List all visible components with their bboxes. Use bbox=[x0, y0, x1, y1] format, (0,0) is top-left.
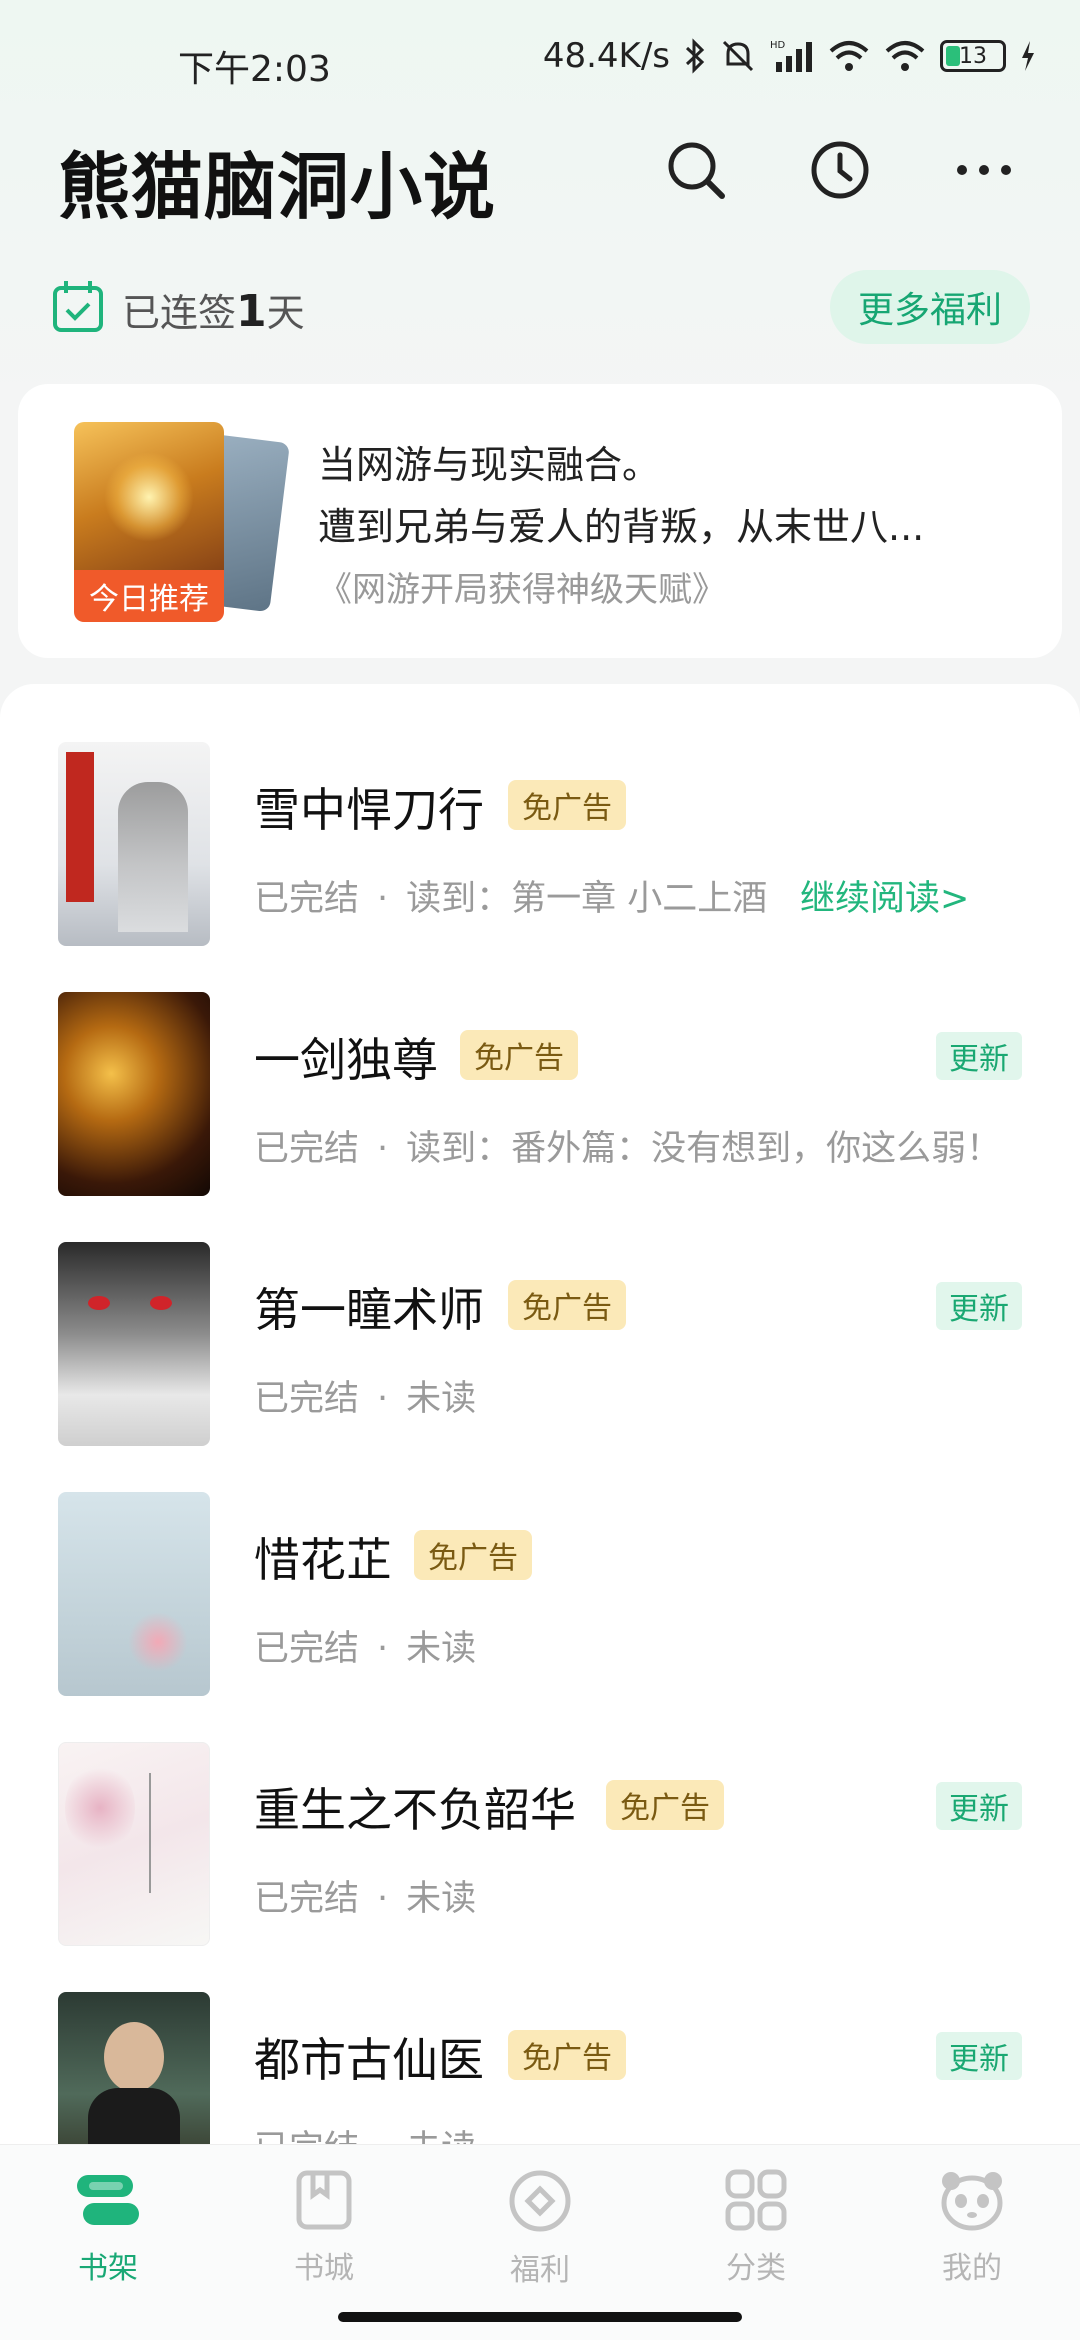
book-title: 一剑独尊 bbox=[254, 1033, 438, 1087]
continue-reading-link[interactable]: 继续阅读> bbox=[800, 870, 969, 921]
panda-profile-icon bbox=[941, 2172, 1003, 2231]
battery-icon: 13 bbox=[940, 40, 1006, 72]
today-recommend-card[interactable]: 今日推荐 当网游与现实融合。 遭到兄弟与爱人的背叛，从末世八... 《网游开局获… bbox=[18, 384, 1062, 658]
signin-streak: 已连签1天 bbox=[122, 286, 305, 337]
book-item[interactable]: 雪中悍刀行 免广告 已完结 · 读到：第一章 小二上酒 继续阅读> bbox=[0, 684, 1080, 946]
svg-text:HD: HD bbox=[770, 40, 786, 51]
bluetooth-icon bbox=[684, 38, 706, 74]
book-cover bbox=[58, 1742, 210, 1946]
status-bar: 下午2:03 48.4K/s HD 13 bbox=[0, 0, 1080, 120]
update-badge: 更新 bbox=[936, 1282, 1022, 1330]
ad-free-tag: 免广告 bbox=[508, 2030, 626, 2080]
book-item[interactable]: 都市古仙医 免广告 更新 已完结·未读 bbox=[0, 1934, 1080, 2144]
more-dots-icon bbox=[957, 165, 1011, 175]
wifi6-icon bbox=[884, 39, 926, 73]
mute-icon bbox=[720, 38, 756, 74]
book-title: 第一瞳术师 bbox=[254, 1283, 484, 1337]
update-badge: 更新 bbox=[936, 1032, 1022, 1080]
charging-icon bbox=[1020, 41, 1036, 71]
book-meta: 已完结·未读 bbox=[254, 1879, 477, 1919]
search-button[interactable] bbox=[656, 130, 736, 210]
book-cover bbox=[58, 1992, 210, 2144]
bottom-navigation: 书架 书城 福利 分类 我的 bbox=[0, 2144, 1080, 2340]
status-time: 下午2:03 bbox=[178, 49, 331, 90]
wifi-icon bbox=[828, 39, 870, 73]
ad-free-tag: 免广告 bbox=[460, 1030, 578, 1080]
welfare-icon bbox=[509, 2170, 571, 2232]
history-button[interactable] bbox=[800, 130, 880, 210]
status-icons: 48.4K/s HD 13 bbox=[543, 36, 1036, 76]
book-item[interactable]: 重生之不负韶华 免广告 更新 已完结 · 未读 bbox=[0, 1684, 1080, 1946]
bookshelf-list: 雪中悍刀行 免广告 已完结 · 读到：第一章 小二上酒 继续阅读> 一剑独尊 免广告… bbox=[0, 684, 1080, 2144]
nav-category[interactable]: 分类 bbox=[686, 2169, 826, 2299]
more-button[interactable] bbox=[944, 130, 1024, 210]
update-badge: 更新 bbox=[936, 1782, 1022, 1830]
book-meta: 已完结·未读 bbox=[254, 1629, 477, 1669]
nav-bookstore[interactable]: 书城 bbox=[254, 2169, 394, 2299]
book-meta: 已完结·未读 bbox=[254, 2120, 476, 2144]
recommend-blurb-line2: 遭到兄弟与爱人的背叛，从末世八... bbox=[318, 505, 925, 549]
book-cover bbox=[58, 1492, 210, 1696]
book-item[interactable]: 惜花芷 免广告 已完结 · 未读 bbox=[0, 1434, 1080, 1696]
book-item[interactable]: 一剑独尊 免广告 更新 已完结 · 读到：番外篇：没有想到，你这么弱！ bbox=[0, 934, 1080, 1196]
book-meta: 已完结·未读 bbox=[254, 1379, 477, 1419]
book-cover bbox=[58, 992, 210, 1196]
network-speed: 48.4K/s bbox=[542, 36, 670, 76]
book-title: 惜花芷 bbox=[254, 1533, 392, 1587]
book-meta: 已完结 · 读到：第一章 小二上酒 bbox=[254, 879, 768, 919]
ad-free-tag: 免广告 bbox=[606, 1780, 724, 1830]
recommend-book-title: 《网游开局获得神级天赋》 bbox=[318, 570, 726, 610]
bookshelf-icon bbox=[77, 2175, 139, 2225]
update-badge: 更新 bbox=[936, 2032, 1022, 2080]
book-cover bbox=[58, 742, 210, 946]
more-welfare-button[interactable]: 更多福利 bbox=[830, 270, 1030, 344]
clock-icon bbox=[811, 141, 869, 199]
home-indicator[interactable] bbox=[338, 2312, 742, 2322]
calendar-check-icon bbox=[52, 278, 104, 338]
ad-free-tag: 免广告 bbox=[508, 1280, 626, 1330]
category-icon bbox=[725, 2169, 787, 2231]
book-meta: 已完结 · 读到：番外篇：没有想到，你这么弱！ bbox=[254, 1129, 1002, 1169]
today-recommend-badge: 今日推荐 bbox=[74, 570, 224, 622]
recommend-blurb-line1: 当网游与现实融合。 bbox=[318, 443, 661, 487]
book-title: 重生之不负韶华 bbox=[254, 1783, 576, 1837]
nav-bookshelf[interactable]: 书架 bbox=[38, 2169, 178, 2299]
app-header: 熊猫脑洞小说 bbox=[0, 120, 1080, 230]
ad-free-tag: 免广告 bbox=[414, 1530, 532, 1580]
search-icon bbox=[668, 142, 725, 199]
book-item[interactable]: 第一瞳术师 免广告 更新 已完结 · 未读 bbox=[0, 1184, 1080, 1446]
nav-welfare[interactable]: 福利 bbox=[470, 2169, 610, 2299]
bookstore-icon bbox=[296, 2170, 352, 2230]
nav-profile[interactable]: 我的 bbox=[902, 2169, 1042, 2299]
ad-free-tag: 免广告 bbox=[508, 780, 626, 830]
app-title: 熊猫脑洞小说 bbox=[58, 145, 497, 229]
book-title: 雪中悍刀行 bbox=[254, 783, 484, 837]
signin-row: 已连签1天 更多福利 bbox=[0, 262, 1080, 352]
book-title: 都市古仙医 bbox=[254, 2033, 484, 2087]
signal-icon: HD bbox=[770, 38, 814, 74]
book-cover bbox=[58, 1242, 210, 1446]
